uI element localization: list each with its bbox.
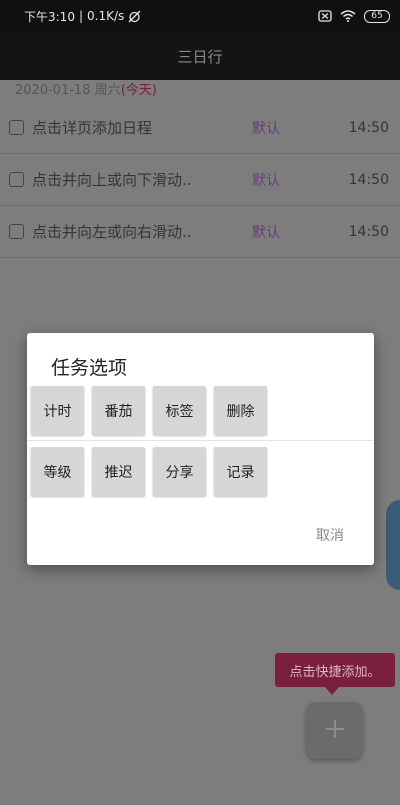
task-checkbox[interactable] — [9, 172, 24, 187]
status-bar: 下午3:10 | 0.1K/s 65 — [0, 0, 400, 32]
app-title: 三日行 — [177, 47, 223, 66]
task-title: 点击详页添加日程 — [32, 119, 153, 137]
date-header: 2020-01-18 周六(今天) — [0, 80, 400, 102]
status-speed: 0.1K/s — [87, 9, 125, 23]
app-bar: 三日行 — [0, 32, 400, 80]
side-handle[interactable] — [386, 500, 400, 590]
postpone-button[interactable]: 推迟 — [92, 447, 145, 496]
alarm-off-icon — [128, 10, 141, 23]
today-label: (今天) — [120, 83, 157, 98]
priority-button[interactable]: 等级 — [31, 447, 84, 496]
task-checkbox[interactable] — [9, 224, 24, 239]
task-options-dialog: 任务选项 计时 番茄 标签 删除 等级 推迟 分享 记录 取消 — [27, 333, 374, 565]
task-checkbox[interactable] — [9, 120, 24, 135]
task-tag: 默认 — [252, 120, 280, 137]
task-title: 点击并向上或向下滑动.. — [32, 171, 192, 189]
quick-add-tooltip: 点击快捷添加。 — [275, 653, 395, 695]
task-row[interactable]: 点击并向上或向下滑动.. 默认 14:50 — [0, 154, 400, 206]
wifi-icon — [340, 10, 356, 22]
status-separator: | — [78, 9, 83, 23]
battery-icon: 65 — [364, 9, 390, 23]
task-row[interactable]: 点击详页添加日程 默认 14:50 — [0, 102, 400, 154]
status-time: 下午3:10 — [24, 9, 75, 24]
task-time: 14:50 — [348, 119, 389, 136]
quick-add-button[interactable] — [306, 702, 363, 759]
sim-icon — [318, 10, 332, 22]
delete-button[interactable]: 删除 — [214, 386, 267, 435]
task-time: 14:50 — [348, 223, 389, 240]
dialog-title: 任务选项 — [51, 357, 128, 379]
task-row[interactable]: 点击并向左或向右滑动.. 默认 14:50 — [0, 206, 400, 258]
record-button[interactable]: 记录 — [214, 447, 267, 496]
pomodoro-button[interactable]: 番茄 — [92, 386, 145, 435]
tag-button[interactable]: 标签 — [153, 386, 206, 435]
cancel-button[interactable]: 取消 — [316, 525, 344, 545]
share-button[interactable]: 分享 — [153, 447, 206, 496]
task-title: 点击并向左或向右滑动.. — [32, 223, 192, 241]
plus-icon — [324, 718, 346, 744]
task-tag: 默认 — [252, 172, 280, 189]
battery-level: 65 — [371, 11, 383, 21]
timer-button[interactable]: 计时 — [31, 386, 84, 435]
task-time: 14:50 — [348, 171, 389, 188]
date-label: 2020-01-18 周六 — [15, 83, 121, 98]
tooltip-text: 点击快捷添加。 — [289, 664, 381, 680]
dialog-divider — [27, 440, 374, 441]
task-tag: 默认 — [252, 224, 280, 241]
